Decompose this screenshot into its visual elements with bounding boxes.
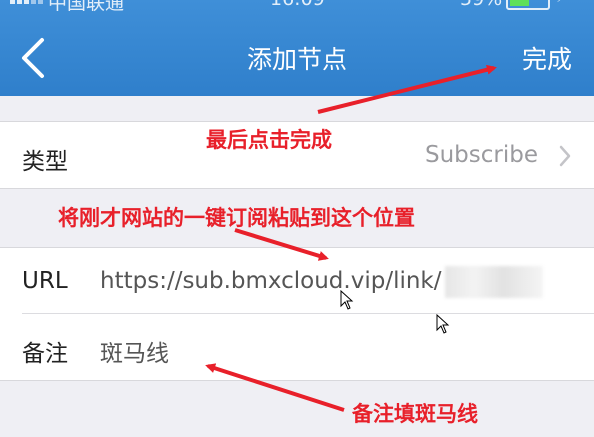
remark-field[interactable]: 斑马线 [100,334,169,368]
mouse-cursor-icon [340,290,354,310]
mouse-cursor-icon [436,314,450,334]
chevron-right-icon [559,145,571,167]
node-info-group: URL https://sub.bmxcloud.vip/link/ 备注 斑马… [0,247,594,381]
url-hint-note: 将刚才网站的一键订阅粘贴到这个位置 [58,206,415,230]
charging-icon: ⚡ [556,0,568,7]
battery-icon [506,0,550,10]
type-label: 类型 [22,149,68,175]
type-value: Subscribe [424,142,538,168]
screen: 中国联通 ◠ 16:09 59% ⚡ 添加节点 完成 类型 Subscribe [0,0,594,437]
status-time: 16:09 [270,0,325,10]
battery-percent: 59% [460,0,502,10]
url-blurred-segment [445,266,543,298]
nav-bar: 中国联通 ◠ 16:09 59% ⚡ 添加节点 完成 [0,0,594,96]
signal-icon [10,0,43,4]
wifi-icon: ◠ [132,0,148,7]
battery-fill [510,0,529,6]
url-label: URL [22,268,68,294]
page-title: 添加节点 [246,45,347,74]
remark-label: 备注 [22,341,68,367]
url-row: URL https://sub.bmxcloud.vip/link/ [0,248,594,314]
url-field[interactable]: https://sub.bmxcloud.vip/link/ [100,268,442,294]
remark-row: 备注 斑马线 [0,314,594,380]
status-bar: 中国联通 ◠ 16:09 59% ⚡ [0,0,594,16]
done-button[interactable]: 完成 [522,40,572,76]
carrier-label: 中国联通 [48,0,125,14]
done-hint-note: 最后点击完成 [206,128,332,152]
remark-hint-note: 备注填斑马线 [352,402,478,426]
